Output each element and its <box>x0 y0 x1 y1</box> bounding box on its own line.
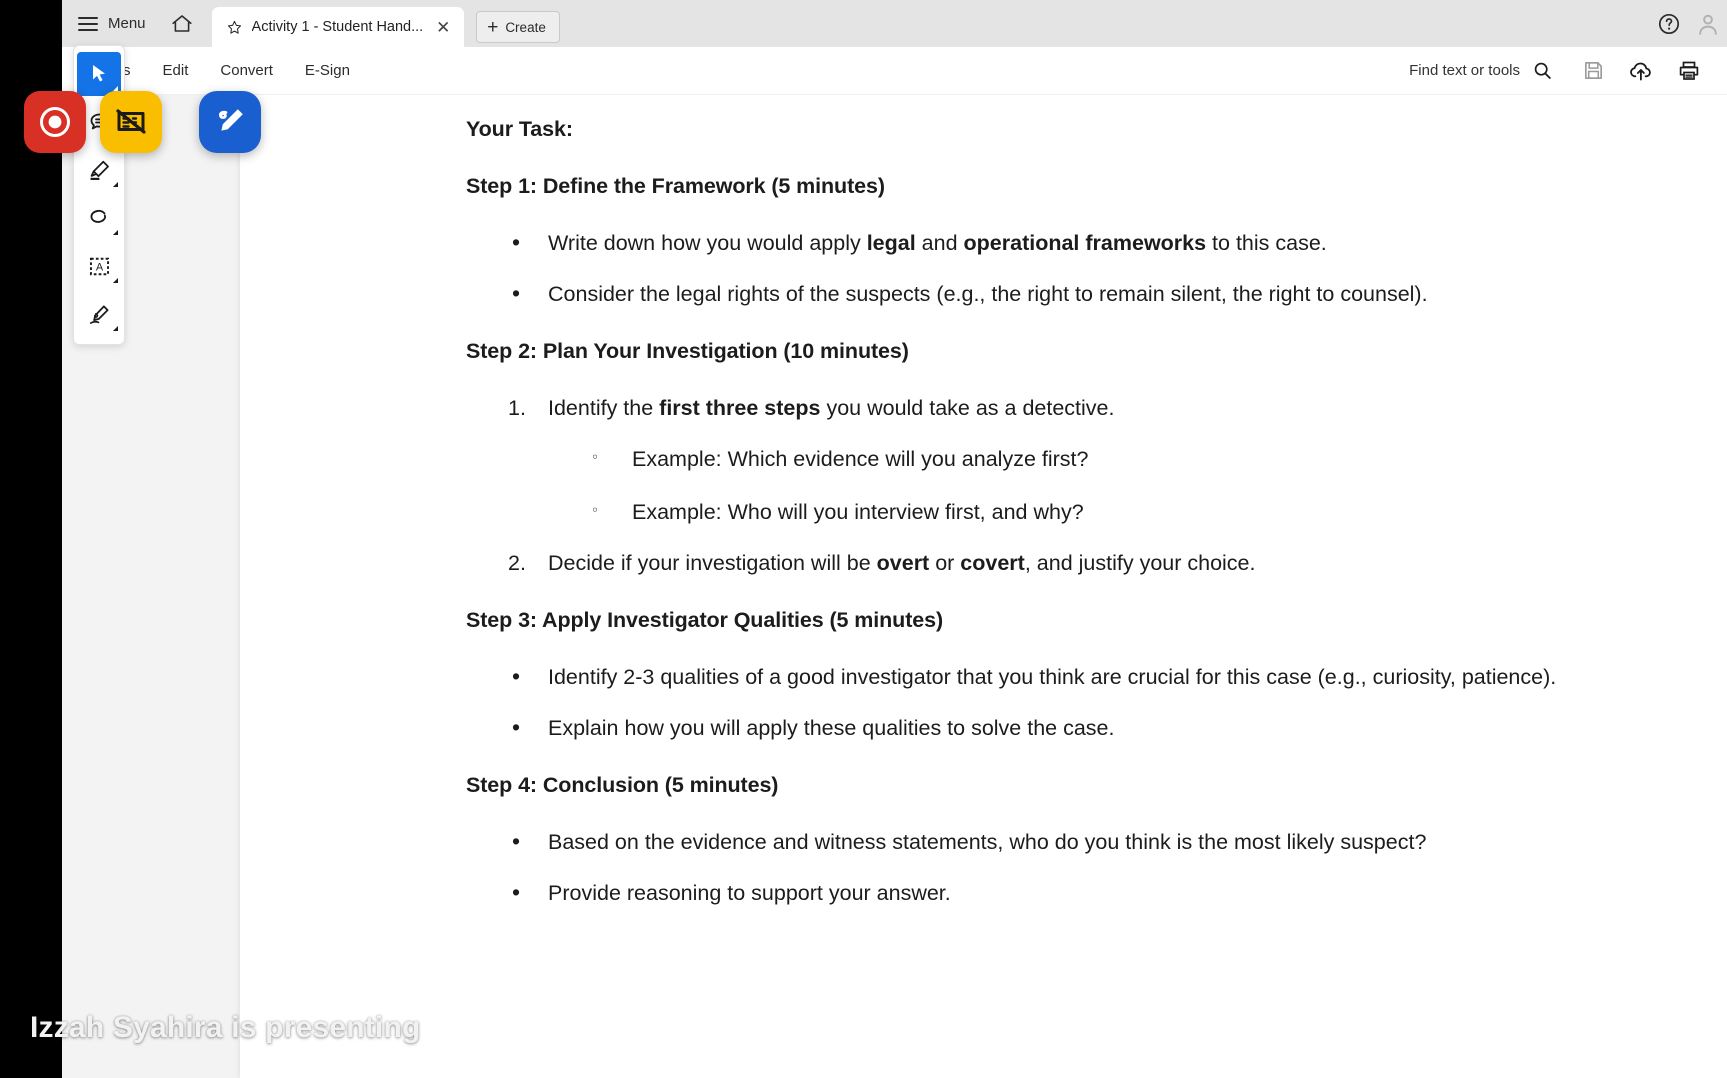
stop-screen-share-icon <box>116 109 146 134</box>
tab-e-sign[interactable]: E-Sign <box>289 47 366 95</box>
find-label: Find text or tools <box>1409 62 1520 79</box>
record-stop-icon <box>40 107 70 137</box>
chevron-down-icon <box>113 278 118 283</box>
document-scroll-area[interactable]: Your Task: Step 1: Define the Framework … <box>62 95 1727 1078</box>
presenter-banner: Izzah Syahira is presenting <box>30 1011 421 1044</box>
document-tab-title: Activity 1 - Student Hand... <box>251 19 424 35</box>
list-item: Decide if your investigation will be ove… <box>508 549 1256 578</box>
text-box-select-icon: A <box>89 257 109 275</box>
list-item: Based on the evidence and witness statem… <box>466 826 1659 857</box>
section-heading-step-2: Step 2: Plan Your Investigation (10 minu… <box>466 339 909 364</box>
section-1-bullets: Write down how you would apply legal and… <box>466 227 1659 309</box>
tool-strip: All tools Edit Convert E-Sign Find text … <box>62 47 1727 95</box>
list-item: Example: Who will you interview first, a… <box>548 498 1659 527</box>
signature-pen-icon <box>89 304 109 324</box>
section-3-bullets: Identify 2-3 qualities of a good investi… <box>466 661 1659 743</box>
section-heading-step-3: Step 3: Apply Investigator Qualities (5 … <box>466 608 944 633</box>
signature-tool[interactable] <box>77 292 121 336</box>
section-2-sub-list: Example: Which evidence will you analyze… <box>548 445 1659 527</box>
tool-strip-actions: Find text or tools <box>1393 50 1727 92</box>
star-icon[interactable] <box>226 19 243 36</box>
menu-button-label: Menu <box>108 14 146 32</box>
help-circle-icon[interactable] <box>1657 12 1681 36</box>
pdf-reader-window: Menu Activity 1 - Student Hand... ✕ + Cr… <box>62 0 1727 1078</box>
svg-text:A: A <box>95 261 103 273</box>
annotate-pen-icon <box>219 109 243 131</box>
print-button[interactable] <box>1665 50 1713 92</box>
search-icon[interactable] <box>1532 60 1553 81</box>
annotation-toolbar: A <box>73 45 125 345</box>
document-tab[interactable]: Activity 1 - Student Hand... ✕ <box>211 7 465 47</box>
section-4-bullets: Based on the evidence and witness statem… <box>466 826 1659 908</box>
highlighter-pen-icon <box>90 160 109 180</box>
print-icon <box>1679 61 1699 80</box>
screen-share-frame: Menu Activity 1 - Student Hand... ✕ + Cr… <box>0 0 1727 1078</box>
doc-title: Your Task: <box>466 117 573 141</box>
bold-term: covert <box>960 551 1025 576</box>
chevron-down-icon <box>113 182 118 187</box>
text-select-tool[interactable]: A <box>77 244 121 288</box>
section-2-ordered-list: Identify the first three steps you would… <box>466 394 1659 578</box>
pdf-page-content: Your Task: Step 1: Define the Framework … <box>240 95 1727 908</box>
list-item: Provide reasoning to support your answer… <box>466 877 1659 908</box>
stop-screen-share-button[interactable] <box>100 91 162 153</box>
bold-term: legal <box>866 231 916 255</box>
tab-edit[interactable]: Edit <box>147 47 205 95</box>
close-icon[interactable]: ✕ <box>432 16 454 38</box>
pdf-page: Your Task: Step 1: Define the Framework … <box>240 95 1727 1078</box>
list-item: Identify 2-3 qualities of a good investi… <box>466 661 1659 692</box>
list-item: Identify the first three steps you would… <box>466 394 1659 527</box>
lasso-draw-tool[interactable] <box>77 196 121 240</box>
title-bar: Menu Activity 1 - Student Hand... ✕ + Cr… <box>62 0 1727 47</box>
title-bar-actions <box>1657 0 1727 47</box>
hamburger-icon <box>78 16 98 31</box>
home-button[interactable] <box>160 0 204 47</box>
highlighter-tool[interactable] <box>77 148 121 192</box>
create-button[interactable]: + Create <box>476 11 560 43</box>
bold-term: operational frameworks <box>963 231 1207 255</box>
cursor-arrow-icon <box>93 65 105 82</box>
section-heading-step-4: Step 4: Conclusion (5 minutes) <box>466 773 779 798</box>
chevron-down-icon <box>113 230 118 235</box>
select-cursor-tool[interactable] <box>77 52 121 96</box>
save-icon <box>1584 62 1602 79</box>
plus-icon: + <box>487 16 499 38</box>
upload-cloud-button[interactable] <box>1617 50 1665 92</box>
create-button-label: Create <box>505 19 546 35</box>
home-icon <box>171 14 192 32</box>
tab-convert[interactable]: Convert <box>204 47 289 95</box>
list-item: Write down how you would apply legal and… <box>466 227 1659 258</box>
find-text-or-tools[interactable]: Find text or tools <box>1393 60 1569 81</box>
record-stop-button[interactable] <box>24 91 86 153</box>
bold-term: overt <box>876 551 930 576</box>
menu-button[interactable]: Menu <box>62 0 160 47</box>
list-item: Explain how you will apply these qualiti… <box>466 712 1659 743</box>
list-item: Consider the legal rights of the suspect… <box>466 278 1659 309</box>
bold-term: first three steps <box>659 396 821 421</box>
save-button[interactable] <box>1569 50 1617 92</box>
annotate-button[interactable] <box>199 91 261 153</box>
lasso-oval-icon <box>90 209 106 223</box>
account-icon[interactable] <box>1695 11 1721 37</box>
section-heading-step-1: Step 1: Define the Framework (5 minutes) <box>466 174 885 198</box>
chevron-down-icon <box>113 326 118 331</box>
screen-share-letterbox-left <box>0 0 62 1078</box>
upload-cloud-icon <box>1630 62 1651 80</box>
list-item: Example: Which evidence will you analyze… <box>548 445 1659 474</box>
